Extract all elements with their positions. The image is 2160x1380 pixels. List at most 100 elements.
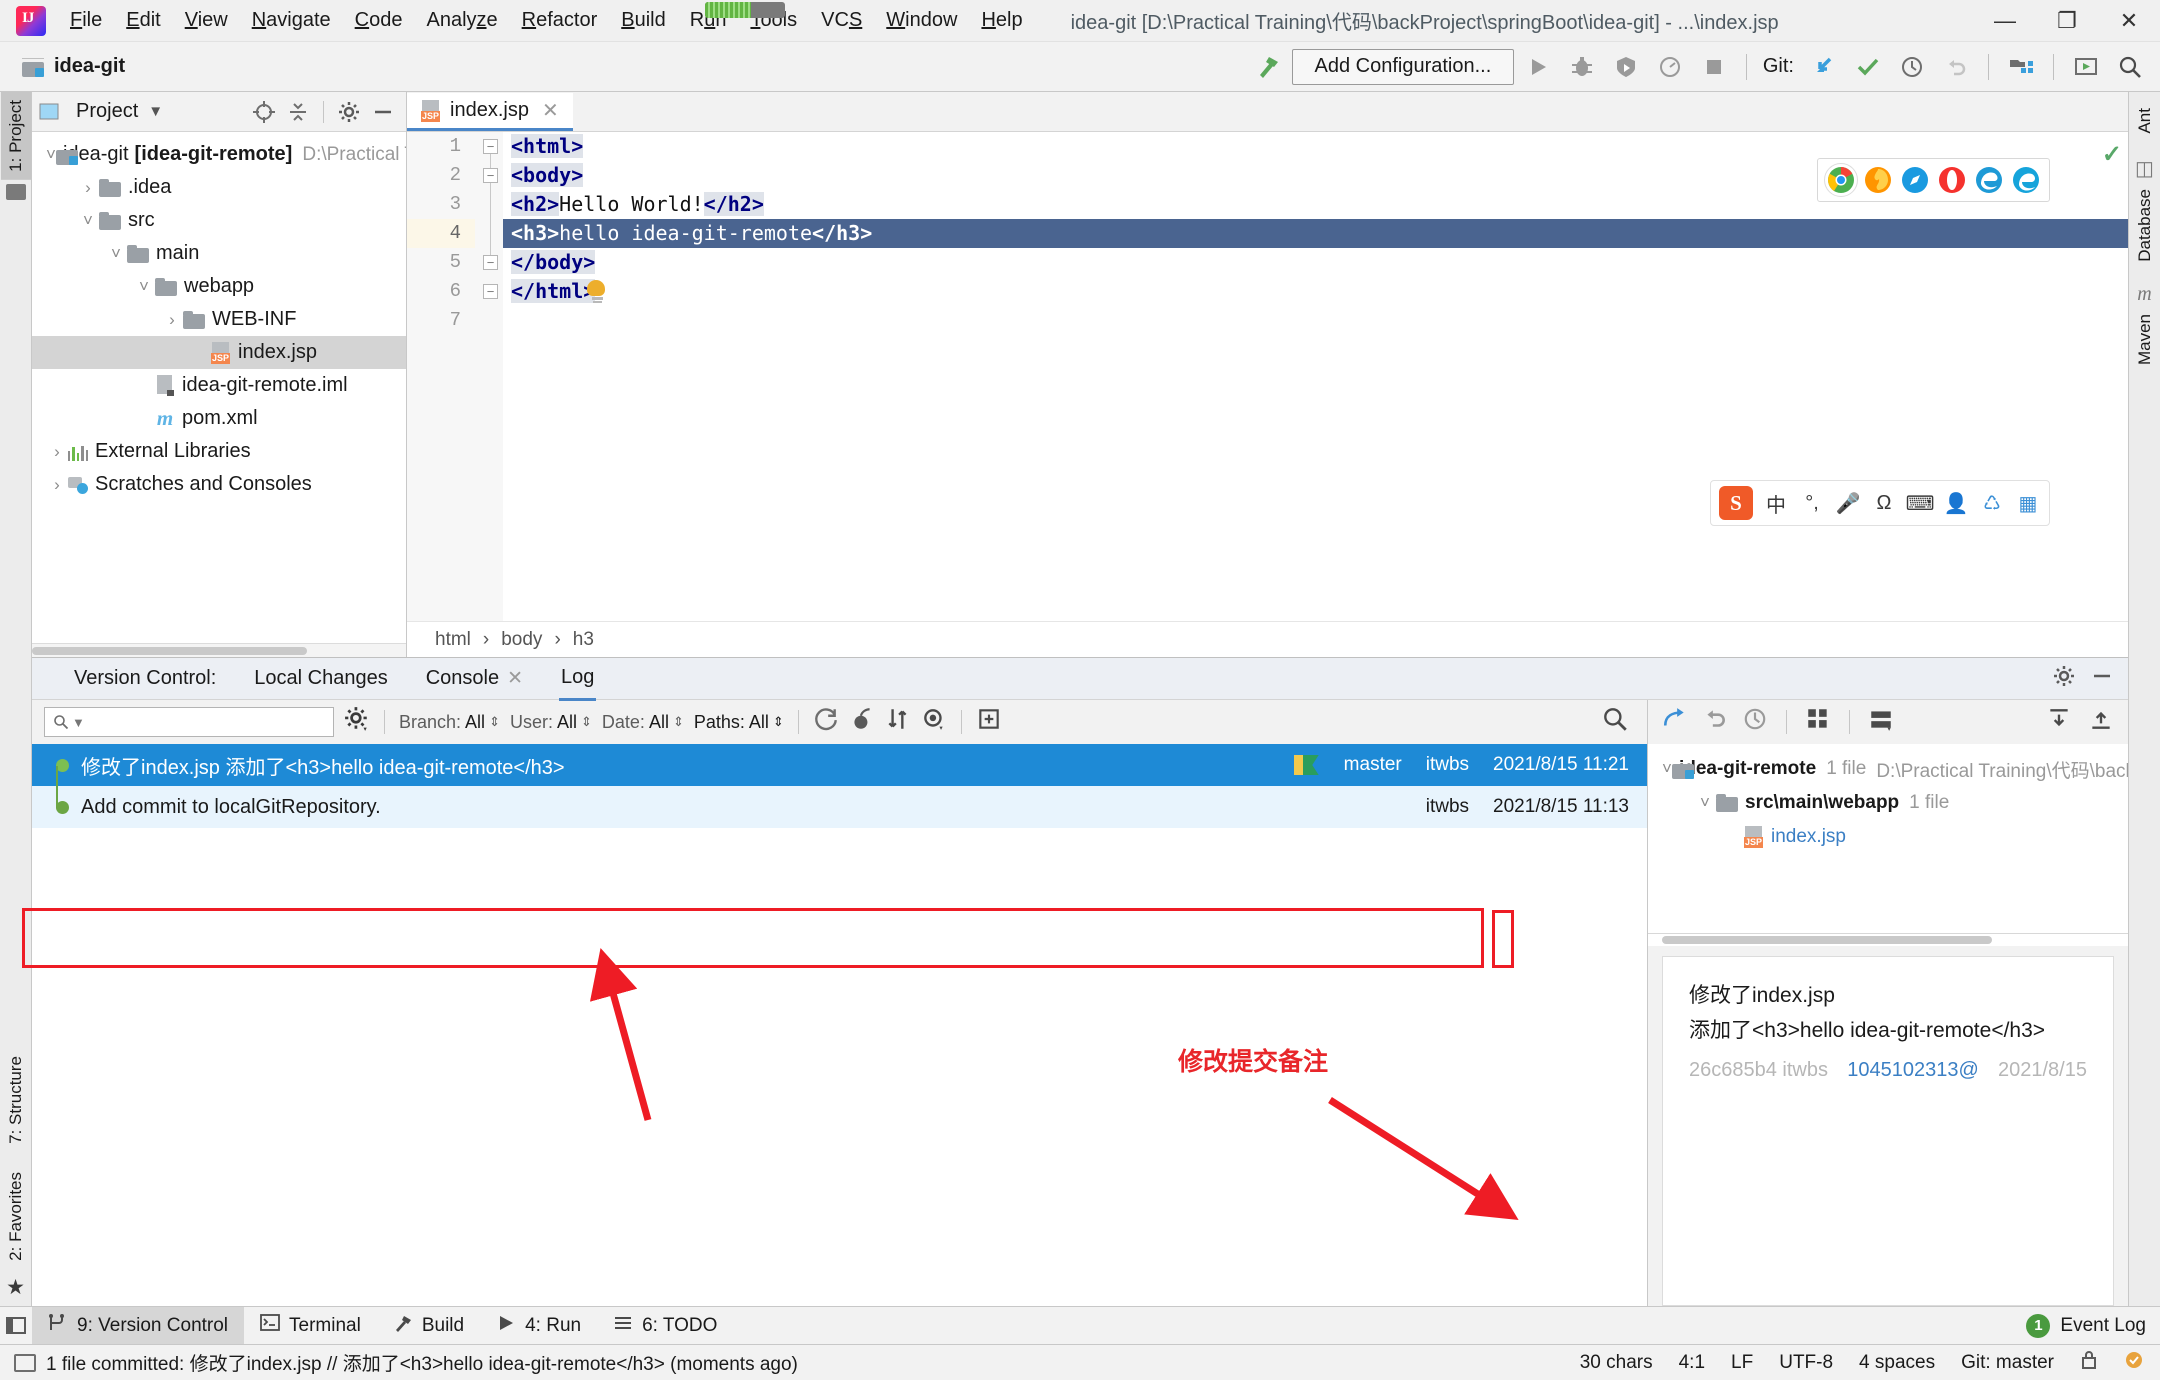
search-input[interactable]: ▼ [44,707,334,737]
search-everywhere-icon[interactable] [2110,48,2150,86]
settings-gear-icon[interactable] [332,96,366,128]
keyboard-icon[interactable]: ⌨ [1906,491,1935,516]
revert-icon[interactable] [1702,706,1728,738]
sidebar-tab-project[interactable]: 1: Project [0,92,31,180]
git-history-icon[interactable] [1892,48,1932,86]
chevron-collapsed-icon[interactable]: › [161,310,183,330]
chinese-mode-icon[interactable]: 中 [1763,489,1789,518]
editor-fold-column[interactable]: − − − − [475,132,503,621]
editor-tab-index-jsp[interactable]: JSP index.jsp ✕ [407,93,573,131]
cherry-pick-icon[interactable] [849,706,875,738]
fold-icon[interactable]: − [483,139,498,154]
tab-local-changes[interactable]: Local Changes [252,658,389,699]
menu-help[interactable]: Help [969,4,1034,37]
tool-window-todo[interactable]: 6: TODO [597,1307,733,1345]
tree-node-web-inf[interactable]: › WEB-INF [32,303,406,336]
firefox-icon[interactable] [1861,163,1895,197]
add-configuration-button[interactable]: Add Configuration... [1291,48,1514,85]
gear-icon[interactable] [344,706,370,738]
run-icon[interactable] [1518,48,1558,86]
status-caret-position[interactable]: 4:1 [1679,1352,1705,1374]
go-to-hash-icon[interactable] [976,706,1002,738]
menu-bar[interactable]: File Edit View Navigate Code Analyze Ref… [58,4,1035,37]
project-horizontal-scrollbar[interactable] [32,643,406,657]
sort-icon[interactable] [885,706,911,738]
edge-legacy-icon[interactable] [1972,163,2006,197]
history-icon[interactable] [1742,706,1768,738]
punctuation-icon[interactable]: °, [1799,492,1825,515]
status-line-separator[interactable]: LF [1731,1352,1753,1374]
close-icon[interactable]: ✕ [507,667,523,690]
jump-to-source-icon[interactable] [1662,706,1688,738]
inspection-icon[interactable] [2124,1350,2144,1376]
menu-vcs[interactable]: VCS [809,4,874,37]
lock-icon[interactable] [2080,1350,2098,1376]
editor-viewport[interactable]: 1 2 3 4 5 6 7 − − − − <html> <body> <h2>… [407,132,2128,621]
stop-icon[interactable] [1694,48,1734,86]
voice-icon[interactable]: 🎤 [1835,491,1861,516]
close-icon[interactable]: ✕ [542,98,559,123]
minimize-button[interactable]: — [1974,0,2036,42]
tool-window-terminal[interactable]: Terminal [244,1307,377,1345]
symbol-icon[interactable]: Ω [1871,492,1897,515]
changed-file-root[interactable]: ˅ idea-git-remote 1 file D:\Practical Tr… [1648,752,2140,786]
tree-node-scratches[interactable]: › Scratches and Consoles [32,468,406,501]
intention-bulb-icon[interactable] [587,280,607,304]
tree-node-pom[interactable]: › m pom.xml [32,402,406,435]
sogou-icon[interactable]: S [1719,486,1753,520]
tree-node-webapp[interactable]: ˅ webapp [32,270,406,303]
search-icon[interactable] [1601,705,1635,739]
collapse-all-icon[interactable] [281,96,315,128]
sidebar-tab-favorites[interactable]: 2: Favorites [1,1164,31,1269]
debug-icon[interactable] [1562,48,1602,86]
tree-node-idea-git[interactable]: ˅ idea-git [idea-git-remote] D:\Practica… [32,138,406,171]
group-by-directory-icon[interactable] [1805,706,1831,738]
chevron-collapsed-icon[interactable]: › [46,475,68,495]
chrome-icon[interactable] [1824,163,1858,197]
chevron-expanded-icon[interactable]: ˅ [1662,759,1672,779]
tool-windows-toggle-icon[interactable] [0,1316,32,1335]
status-encoding[interactable]: UTF-8 [1779,1352,1833,1374]
status-indent[interactable]: 4 spaces [1859,1352,1935,1374]
tab-log[interactable]: Log [559,657,597,701]
tree-node-external-libraries[interactable]: › External Libraries [32,435,406,468]
commit-row[interactable]: 修改了index.jsp 添加了<h3>hello idea-git-remot… [32,744,1647,786]
git-update-project-icon[interactable] [1804,48,1844,86]
changed-files-scrollbar[interactable] [1648,934,2128,946]
chevron-collapsed-icon[interactable]: › [46,442,68,462]
chevron-collapsed-icon[interactable]: › [77,178,99,198]
close-button[interactable]: ✕ [2098,0,2160,42]
tree-node-idea[interactable]: › .idea [32,171,406,204]
tool-window-version-control[interactable]: 9: Version Control [32,1306,245,1345]
chevron-expanded-icon[interactable]: ˅ [133,277,155,297]
apps-icon[interactable]: ▦ [2015,491,2041,516]
breadcrumb[interactable]: html › body › h3 [407,621,2128,657]
breadcrumb-h3[interactable]: h3 [573,629,594,651]
menu-analyze[interactable]: Analyze [414,4,509,37]
editor-gutter[interactable]: 1 2 3 4 5 6 7 [407,132,475,621]
git-rollback-icon[interactable] [1936,48,1976,86]
tool-window-run[interactable]: 4: Run [480,1307,597,1345]
commit-email-link[interactable]: 1045102313@ [1847,1054,1979,1087]
locate-icon[interactable] [247,96,281,128]
maximize-button[interactable]: ❐ [2036,0,2098,42]
browser-launch-bar[interactable] [1817,158,2050,202]
window-controls[interactable]: — ❐ ✕ [1974,0,2160,42]
hide-icon[interactable] [366,96,400,128]
changed-dir[interactable]: ˅ src\main\webapp 1 file [1648,786,2128,820]
breadcrumb-html[interactable]: html [435,629,471,651]
fold-icon[interactable]: − [483,255,498,270]
tool-window-event-log[interactable]: Event Log [2060,1315,2146,1337]
commit-row[interactable]: Add commit to localGitRepository. itwbs … [32,786,1647,828]
code-text-area[interactable]: <html> <body> <h2>Hello World!</h2> <h3>… [503,132,2128,621]
hide-window-icon[interactable] [2090,664,2114,694]
filter-branch[interactable]: Branch: All ⇕ [399,712,500,733]
filter-user[interactable]: User: All ⇕ [510,712,592,733]
collapse-all-icon[interactable] [2088,706,2114,738]
tool-window-build[interactable]: Build [377,1307,480,1345]
chevron-expanded-icon[interactable]: ˅ [105,244,127,264]
tab-console[interactable]: Console ✕ [424,658,525,699]
chevron-down-icon[interactable]: ▼ [148,103,163,120]
filter-paths[interactable]: Paths: All ⇕ [694,712,784,733]
git-commit-icon[interactable] [1848,48,1888,86]
